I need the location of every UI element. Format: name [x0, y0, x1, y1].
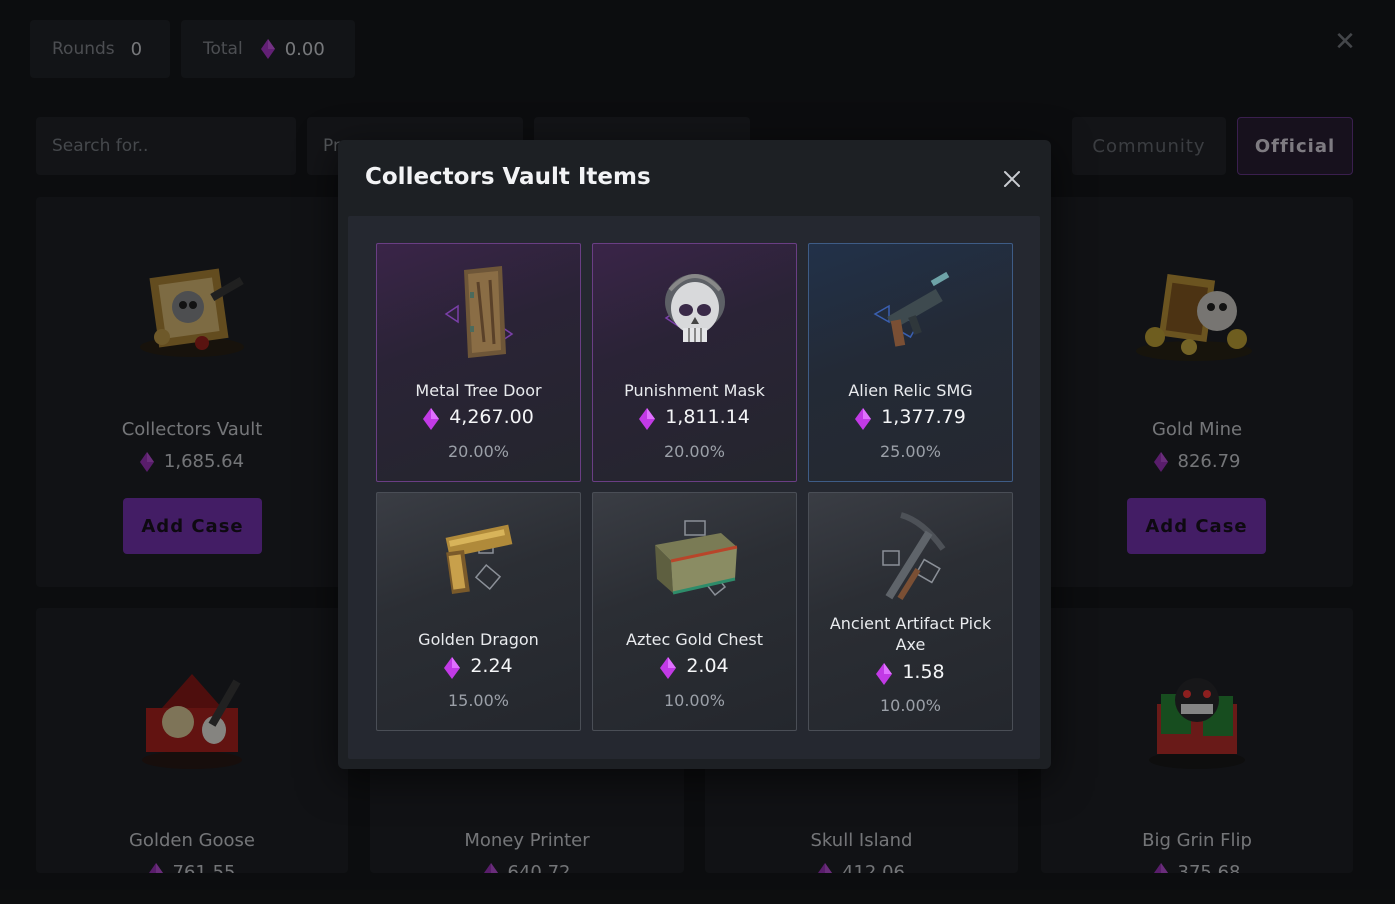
- smg-icon: [861, 262, 961, 366]
- close-icon[interactable]: [1001, 168, 1023, 190]
- gem-icon: [1153, 452, 1168, 472]
- item-card[interactable]: Alien Relic SMG 1,377.79 25.00%: [808, 243, 1013, 482]
- item-price: 1,811.14: [593, 406, 796, 430]
- item-price-value: 2.04: [686, 655, 729, 677]
- add-case-button[interactable]: Add Case: [123, 498, 262, 554]
- gem-icon: [423, 407, 440, 430]
- case-price-value: 761.55: [172, 862, 236, 873]
- case-price-value: 1,685.64: [163, 451, 245, 472]
- case-card[interactable]: Collectors Vault 1,685.64 Add Case: [36, 197, 348, 587]
- search-input[interactable]: Search for..: [36, 117, 296, 175]
- item-price: 1.58: [809, 661, 1012, 685]
- gem-icon: [148, 863, 163, 873]
- gem-icon: [139, 452, 154, 472]
- case-name: Collectors Vault: [121, 419, 263, 440]
- item-name: Alien Relic SMG: [848, 381, 973, 400]
- item-odds: 10.00%: [879, 696, 941, 715]
- item-odds: 15.00%: [447, 691, 509, 710]
- item-card[interactable]: Golden Dragon 2.24 15.00%: [376, 492, 581, 731]
- total-stat: Total 0.00: [181, 20, 355, 78]
- item-price-value: 4,267.00: [449, 406, 534, 428]
- item-price-value: 2.24: [470, 655, 513, 677]
- rounds-label: Rounds: [52, 39, 115, 59]
- tab-community-label: Community: [1092, 135, 1206, 157]
- item-price-value: 1.58: [902, 661, 945, 683]
- gem-icon: [444, 656, 461, 679]
- rounds-value: 0: [130, 38, 143, 60]
- case-card[interactable]: Gold Mine 826.79 Add Case: [1041, 197, 1353, 587]
- item-name: Aztec Gold Chest: [626, 630, 763, 649]
- total-label: Total: [203, 39, 243, 59]
- case-price: 412.06: [705, 862, 1018, 873]
- item-name: Golden Dragon: [418, 630, 539, 649]
- gem-icon: [1153, 863, 1168, 873]
- case-price: 826.79: [1041, 451, 1353, 472]
- case-price: 640.72: [370, 862, 684, 873]
- case-image: [1137, 664, 1257, 778]
- case-image: [132, 664, 252, 778]
- pickaxe-icon: [861, 507, 961, 611]
- pistol-icon: [429, 511, 529, 615]
- door-icon: [434, 262, 524, 366]
- item-card[interactable]: Aztec Gold Chest 2.04 10.00%: [592, 492, 797, 731]
- tab-official[interactable]: Official: [1237, 117, 1353, 175]
- item-price-value: 1,377.79: [881, 406, 966, 428]
- add-case-button[interactable]: Add Case: [1127, 498, 1266, 554]
- case-price-value: 826.79: [1177, 451, 1241, 472]
- item-odds: 25.00%: [879, 442, 941, 461]
- gem-icon: [260, 39, 275, 59]
- tab-community[interactable]: Community: [1072, 117, 1226, 175]
- case-price: 375.68: [1041, 862, 1353, 873]
- modal-title: Collectors Vault Items: [365, 164, 651, 190]
- case-items-modal: Collectors Vault Items Metal Tree Door 4…: [338, 140, 1051, 769]
- gem-icon: [855, 407, 872, 430]
- item-name: Punishment Mask: [624, 381, 765, 400]
- add-case-label: Add Case: [141, 515, 244, 537]
- case-card[interactable]: Golden Goose 761.55: [36, 608, 348, 873]
- chest-icon: [645, 519, 745, 613]
- item-card[interactable]: Punishment Mask 1,811.14 20.00%: [592, 243, 797, 482]
- skull-mask-icon: [650, 262, 740, 366]
- page: Rounds 0 Total 0.00 ✕ Search for.. Pr Co…: [0, 0, 1395, 904]
- item-name: Metal Tree Door: [415, 381, 542, 400]
- gem-icon: [639, 407, 656, 430]
- item-price-value: 1,811.14: [665, 406, 750, 428]
- total-value: 0.00: [284, 38, 325, 60]
- item-price: 2.04: [593, 655, 796, 679]
- case-name: Gold Mine: [1151, 419, 1243, 440]
- case-card[interactable]: Big Grin Flip 375.68: [1041, 608, 1353, 873]
- item-price: 1,377.79: [809, 406, 1012, 430]
- gem-icon: [818, 863, 832, 873]
- case-image: [132, 255, 252, 364]
- tab-official-label: Official: [1254, 135, 1336, 157]
- gem-icon: [876, 662, 893, 685]
- case-image: [1129, 255, 1259, 369]
- rounds-stat: Rounds 0: [30, 20, 170, 78]
- item-card[interactable]: Ancient Artifact Pick Axe 1.58 10.00%: [808, 492, 1013, 731]
- case-price-value: 375.68: [1177, 862, 1241, 873]
- case-price: 1,685.64: [36, 451, 348, 472]
- item-odds: 20.00%: [447, 442, 509, 461]
- items-grid: Metal Tree Door 4,267.00 20.00% Punishme…: [348, 216, 1040, 759]
- item-odds: 20.00%: [663, 442, 725, 461]
- gem-icon: [483, 863, 498, 873]
- add-case-label: Add Case: [1145, 515, 1248, 537]
- case-name: Golden Goose: [128, 830, 256, 851]
- case-price: 761.55: [36, 862, 348, 873]
- case-name: Skull Island: [810, 830, 913, 851]
- case-price-value: 640.72: [507, 862, 571, 873]
- gem-icon: [660, 656, 677, 679]
- case-price-value: 412.06: [842, 862, 905, 873]
- case-name: Money Printer: [464, 830, 590, 851]
- item-price: 4,267.00: [377, 406, 580, 430]
- item-name: Ancient Artifact Pick Axe: [829, 614, 992, 654]
- item-card[interactable]: Metal Tree Door 4,267.00 20.00%: [376, 243, 581, 482]
- search-placeholder: Search for..: [52, 136, 149, 156]
- item-odds: 10.00%: [663, 691, 725, 710]
- close-icon[interactable]: ✕: [1333, 29, 1357, 55]
- item-price: 2.24: [377, 655, 580, 679]
- case-name: Big Grin Flip: [1142, 830, 1252, 851]
